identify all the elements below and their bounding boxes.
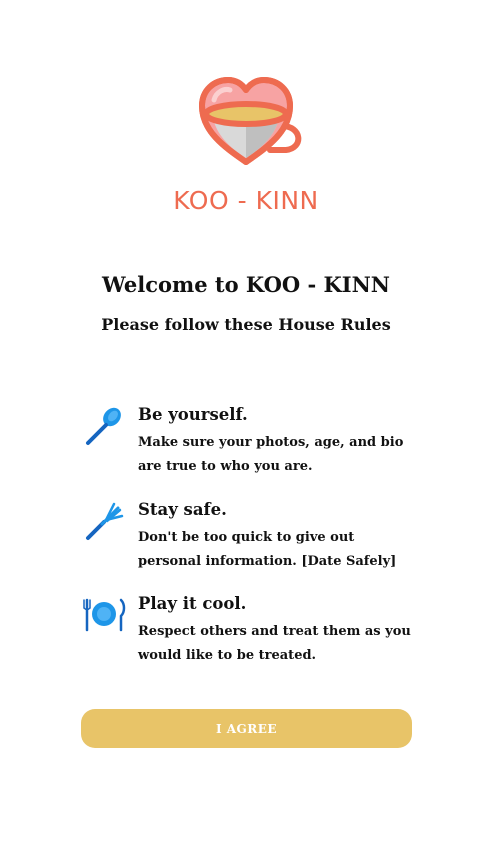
- heart-teacup-icon: [199, 77, 302, 165]
- agree-button[interactable]: I AGREE: [81, 709, 412, 748]
- brand-name: KOO - KINN: [173, 186, 319, 215]
- plate-cutlery-icon: [83, 598, 126, 632]
- page-subtitle: Please follow these House Rules: [101, 315, 391, 334]
- rule-title: Be yourself.: [138, 405, 248, 424]
- rule-description: Don't be too quick to give out personal …: [138, 530, 397, 569]
- fork-icon: [86, 502, 124, 540]
- spoon-icon: [86, 407, 121, 445]
- rule-title: Play it cool.: [138, 594, 247, 613]
- logo: [0, 70, 492, 170]
- page-title: Welcome to KOO - KINN: [102, 272, 390, 297]
- rule-description: Make sure your photos, age, and bio are …: [138, 435, 404, 474]
- rule-description: Respect others and treat them as you wou…: [138, 624, 411, 663]
- rule-title: Stay safe.: [138, 500, 227, 519]
